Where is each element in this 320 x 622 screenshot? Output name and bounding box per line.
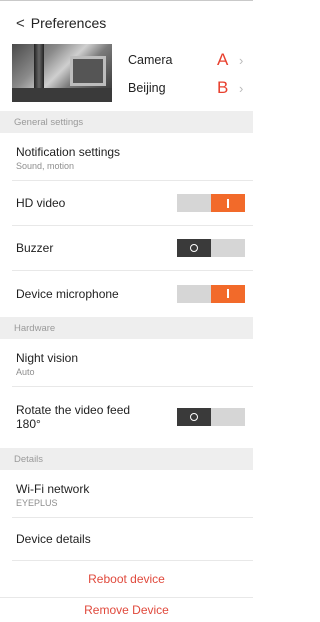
section-header-details: Details [0, 448, 253, 470]
section-title: General settings [14, 116, 84, 128]
toggle-on-half [211, 239, 245, 257]
camera-location-label: Beijing [128, 81, 166, 95]
reboot-device-button[interactable]: Reboot device [0, 562, 253, 596]
section-header-hardware: Hardware [0, 317, 253, 339]
header: < Preferences [0, 8, 253, 38]
camera-location-row[interactable]: Beijing B › [128, 75, 253, 101]
camera-thumbnail [12, 44, 112, 102]
remove-device-label: Remove Device [84, 603, 169, 617]
buzzer-toggle[interactable] [177, 239, 245, 257]
top-divider [0, 0, 253, 1]
notification-settings-row[interactable]: Notification settings Sound, motion [0, 136, 253, 180]
hd-video-texts: HD video [16, 196, 177, 210]
wifi-network-sub: EYEPLUS [16, 498, 58, 508]
toggle-off-half [177, 284, 211, 303]
section-header-general: General settings [0, 111, 253, 133]
device-microphone-texts: Device microphone [16, 287, 177, 301]
callout-letter-a: A [217, 50, 229, 69]
night-vision-texts: Night vision Auto [16, 351, 245, 377]
rotate-video-toggle[interactable] [177, 407, 245, 426]
back-chevron-icon[interactable]: < [16, 16, 25, 31]
callout-letter-b: B [217, 78, 229, 97]
toggle-off-icon [190, 412, 198, 421]
remove-device-button[interactable]: Remove Device [0, 598, 253, 622]
notification-settings-texts: Notification settings Sound, motion [16, 145, 245, 171]
hd-video-row: HD video [0, 181, 253, 225]
night-vision-row[interactable]: Night vision Auto [0, 342, 253, 386]
night-vision-label: Night vision [16, 351, 79, 365]
toggle-on-half [211, 284, 245, 303]
buzzer-texts: Buzzer [16, 241, 177, 255]
wifi-network-texts: Wi-Fi network EYEPLUS [16, 482, 245, 508]
toggle-off-half [177, 239, 211, 257]
camera-name-label: Camera [128, 53, 173, 67]
section-title: Details [14, 453, 44, 465]
toggle-off-half [177, 407, 211, 426]
toggle-on-half [211, 407, 245, 426]
toggle-off-icon [190, 244, 198, 252]
toggle-off-half [177, 194, 211, 212]
section-title: Hardware [14, 322, 56, 334]
camera-name-row[interactable]: Camera A › [128, 47, 253, 73]
notification-settings-label: Notification settings [16, 145, 121, 159]
device-microphone-row: Device microphone [0, 271, 253, 316]
camera-card[interactable]: Camera A › Beijing B › [0, 40, 253, 106]
chevron-right-icon: › [239, 80, 244, 96]
device-microphone-toggle[interactable] [177, 284, 245, 303]
night-vision-sub: Auto [16, 367, 35, 377]
page-title: Preferences [30, 15, 107, 31]
row-divider [12, 560, 253, 561]
buzzer-row: Buzzer [0, 226, 253, 270]
rotate-video-label-line1: Rotate the video feed [16, 402, 131, 417]
wifi-network-row[interactable]: Wi-Fi network EYEPLUS [0, 473, 253, 517]
chevron-right-icon: › [239, 52, 244, 68]
toggle-on-half [211, 194, 245, 212]
wifi-network-label: Wi-Fi network [16, 482, 90, 496]
notification-settings-sub: Sound, motion [16, 161, 75, 171]
device-details-texts: Device details [16, 532, 245, 546]
thumbnail-floor-shape [12, 88, 112, 102]
rotate-video-label-line2: 180° [16, 416, 41, 431]
device-details-row[interactable]: Device details [0, 518, 253, 560]
hd-video-label: HD video [16, 196, 66, 210]
device-details-label: Device details [16, 532, 91, 546]
toggle-on-icon [227, 198, 229, 208]
device-microphone-label: Device microphone [16, 286, 119, 301]
hd-video-toggle[interactable] [177, 194, 245, 212]
rotate-video-texts: Rotate the video feed 180° [16, 403, 177, 431]
toggle-on-icon [227, 289, 229, 298]
thumbnail-window-shape [70, 56, 106, 86]
buzzer-label: Buzzer [16, 241, 54, 255]
reboot-device-label: Reboot device [88, 572, 165, 586]
rotate-video-row: Rotate the video feed 180° [0, 387, 253, 446]
